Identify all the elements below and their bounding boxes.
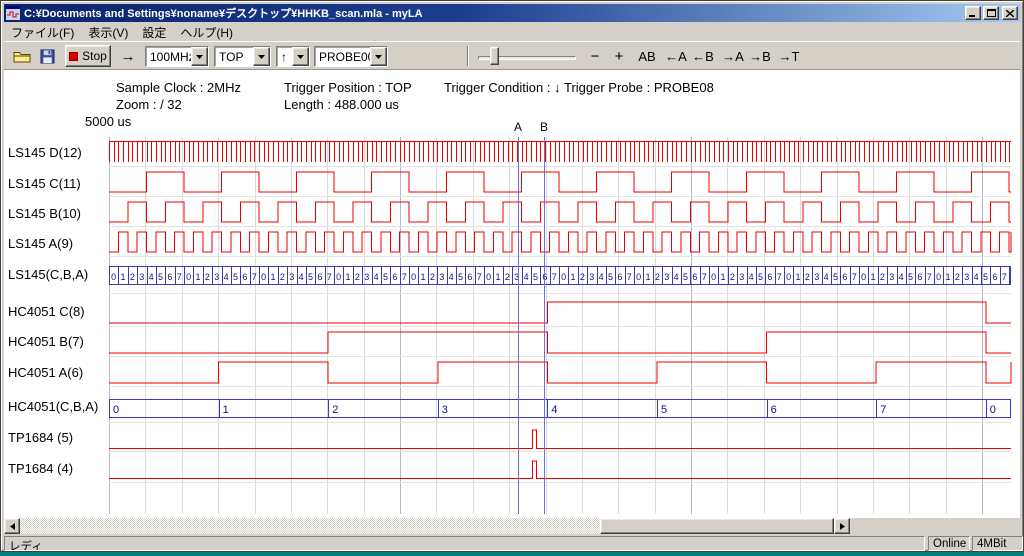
statusbar: レディ Online 4MBit: [4, 536, 1020, 551]
ab-range-button[interactable]: AB: [634, 45, 660, 67]
save-file-button[interactable]: [35, 45, 59, 67]
status-memory: 4MBit: [972, 536, 1023, 551]
sample-clock-value: 100MHz: [146, 47, 191, 66]
dropdown-arrow-icon[interactable]: [253, 47, 270, 66]
arrow-left-icon: [10, 523, 15, 530]
dropdown-arrow-icon[interactable]: [292, 47, 309, 66]
app-icon: [6, 6, 20, 20]
scrollbar-thumb[interactable]: [600, 518, 834, 534]
menubar: ファイル(F) 表示(V) 設定 ヘルプ(H): [4, 23, 1020, 41]
status-online: Online: [928, 536, 970, 551]
stop-icon: [69, 52, 78, 61]
set-cursor-b-button[interactable]: →B: [747, 45, 773, 67]
stop-label: Stop: [82, 49, 107, 63]
zoom-in-button[interactable]: +: [608, 45, 630, 67]
arrow-right-icon: [840, 523, 845, 530]
open-folder-icon: [13, 50, 31, 63]
menu-file[interactable]: ファイル(F): [4, 22, 81, 43]
goto-cursor-a-button[interactable]: ←A: [663, 45, 689, 67]
floppy-icon: [40, 49, 55, 64]
status-ready: レディ: [4, 536, 925, 551]
run-button[interactable]: →: [116, 45, 140, 67]
stop-button[interactable]: Stop: [65, 45, 111, 67]
minimize-button[interactable]: [965, 6, 981, 20]
trigger-position-select[interactable]: TOP: [214, 46, 271, 67]
scroll-left-button[interactable]: [4, 518, 20, 534]
trigger-edge-select[interactable]: ↑: [276, 46, 310, 67]
open-file-button[interactable]: [10, 45, 34, 67]
trigger-probe-value: PROBE00: [315, 47, 370, 66]
horizontal-scrollbar[interactable]: [4, 518, 850, 534]
trigger-edge-value: ↑: [277, 47, 292, 66]
app-window: C:¥Documents and Settings¥noname¥デスクトップ¥…: [0, 0, 1024, 552]
goto-cursor-b-button[interactable]: ←B: [690, 45, 716, 67]
titlebar: C:¥Documents and Settings¥noname¥デスクトップ¥…: [4, 4, 1020, 22]
scroll-right-button[interactable]: [834, 518, 850, 534]
zoom-out-button[interactable]: −: [584, 45, 606, 67]
dropdown-arrow-icon[interactable]: [191, 47, 208, 66]
waveform-panel: [4, 69, 1020, 518]
sample-clock-select[interactable]: 100MHz: [145, 46, 209, 67]
menu-settings[interactable]: 設定: [135, 22, 173, 43]
maximize-button[interactable]: [983, 6, 999, 20]
goto-trigger-button[interactable]: →T: [776, 45, 802, 67]
dropdown-arrow-icon[interactable]: [370, 47, 387, 66]
zoom-slider-thumb[interactable]: [490, 47, 499, 65]
menu-view[interactable]: 表示(V): [81, 22, 135, 43]
close-button[interactable]: [1002, 6, 1018, 20]
menu-help[interactable]: ヘルプ(H): [173, 22, 240, 43]
set-cursor-a-button[interactable]: →A: [720, 45, 746, 67]
toolbar: Stop → 100MHz TOP ↑ PROBE00: [4, 41, 1020, 69]
toolbar-separator: [467, 46, 469, 66]
window-controls: [963, 6, 1018, 20]
trigger-probe-select[interactable]: PROBE00: [314, 46, 388, 67]
trigger-position-value: TOP: [215, 47, 253, 66]
window-title: C:¥Documents and Settings¥noname¥デスクトップ¥…: [24, 5, 963, 21]
